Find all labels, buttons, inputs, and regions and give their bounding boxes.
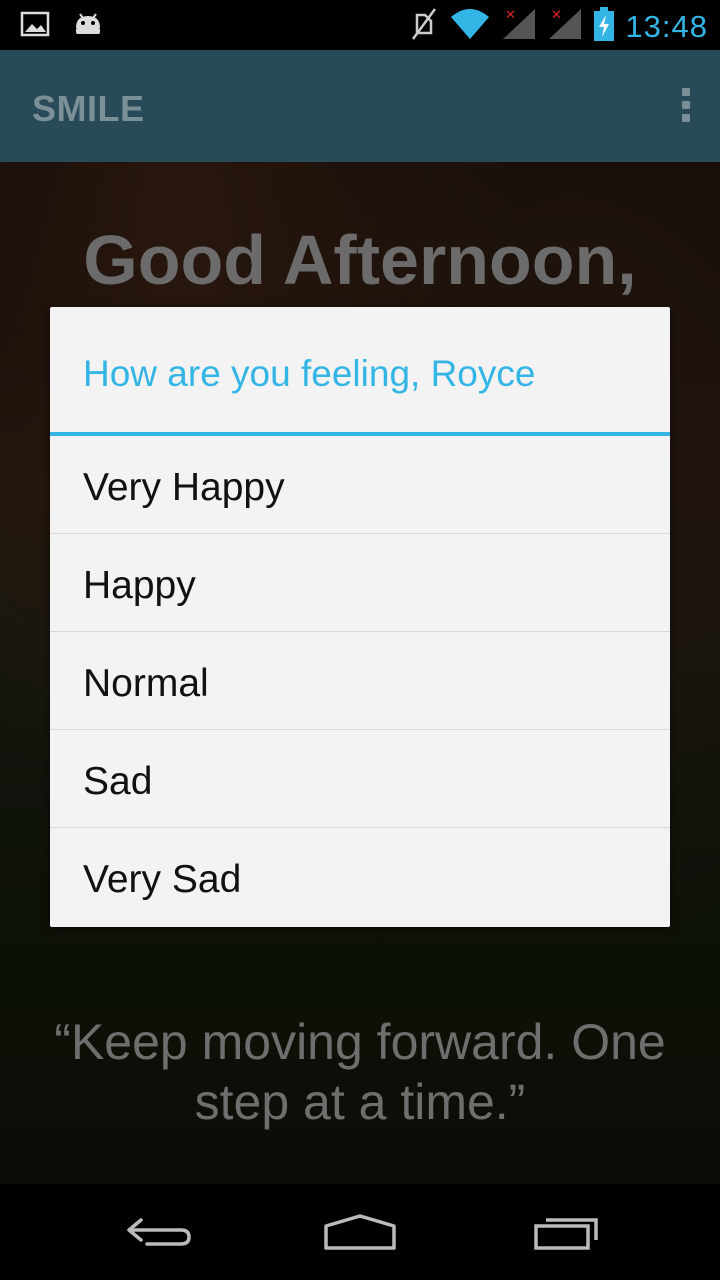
greeting-text: Good Afternoon, bbox=[83, 221, 637, 299]
back-icon[interactable] bbox=[115, 1204, 205, 1260]
battery-charging-icon bbox=[593, 6, 615, 47]
option-happy[interactable]: Happy bbox=[50, 534, 670, 632]
option-very-sad[interactable]: Very Sad bbox=[50, 828, 670, 926]
recents-icon[interactable] bbox=[515, 1204, 605, 1260]
navigation-bar bbox=[0, 1184, 720, 1280]
option-normal[interactable]: Normal bbox=[50, 632, 670, 730]
status-clock: 13:48 bbox=[625, 8, 708, 44]
svg-text:✕: ✕ bbox=[505, 8, 516, 23]
home-icon[interactable] bbox=[315, 1204, 405, 1260]
mood-dialog: How are you feeling, Royce Very Happy Ha… bbox=[50, 307, 670, 927]
wifi-icon bbox=[449, 7, 491, 46]
mute-icon bbox=[409, 7, 439, 46]
android-icon bbox=[72, 10, 104, 43]
image-icon bbox=[20, 10, 50, 43]
quote-text: “Keep moving forward. One step at a time… bbox=[54, 1014, 666, 1130]
option-sad[interactable]: Sad bbox=[50, 730, 670, 828]
option-very-happy[interactable]: Very Happy bbox=[50, 436, 670, 534]
action-bar: SMILE bbox=[0, 50, 720, 162]
app-title: SMILE bbox=[32, 88, 145, 129]
status-bar: ✕ ✕ 13:48 bbox=[0, 0, 720, 50]
overflow-menu-icon[interactable] bbox=[680, 88, 692, 128]
signal-icon: ✕ bbox=[547, 7, 583, 46]
svg-text:✕: ✕ bbox=[551, 8, 562, 23]
dialog-title: How are you feeling, Royce bbox=[50, 307, 670, 436]
signal-icon: ✕ bbox=[501, 7, 537, 46]
